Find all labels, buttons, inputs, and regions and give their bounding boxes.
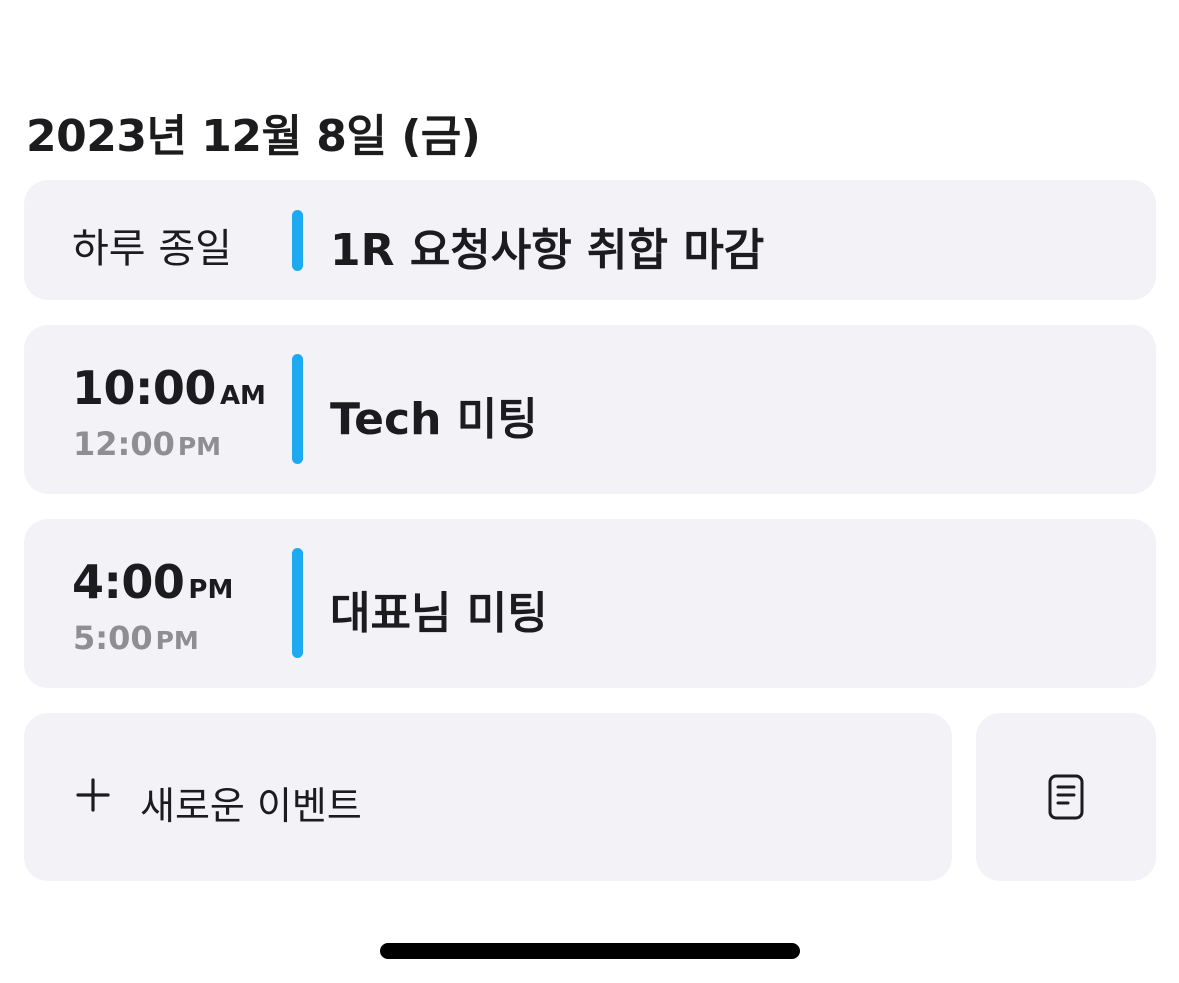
new-event-button[interactable]: 새로운 이벤트 xyxy=(24,713,952,881)
event-color-bar xyxy=(292,354,303,464)
all-day-event-card[interactable]: 하루 종일 1R 요청사항 취합 마감 xyxy=(24,180,1156,300)
start-time-suffix: PM xyxy=(188,575,234,605)
event-title: 1R 요청사항 취합 마감 xyxy=(330,225,765,276)
event-start-time: 4:00 PM xyxy=(72,555,233,609)
start-time-suffix: AM xyxy=(219,381,266,411)
end-time-value: 5:00 xyxy=(73,619,153,657)
event-title: 대표님 미팅 xyxy=(330,588,548,639)
home-indicator[interactable] xyxy=(380,943,800,959)
date-heading: 2023년 12월 8일 (금) xyxy=(26,111,481,162)
all-day-label: 하루 종일 xyxy=(72,226,232,272)
plus-icon xyxy=(76,778,110,812)
event-card-ceo-meeting[interactable]: 4:00 PM 5:00 PM 대표님 미팅 xyxy=(24,519,1156,688)
end-time-value: 12:00 xyxy=(73,425,175,463)
end-time-suffix: PM xyxy=(177,432,222,461)
event-card-tech-meeting[interactable]: 10:00 AM 12:00 PM Tech 미팅 xyxy=(24,325,1156,494)
end-time-suffix: PM xyxy=(155,626,199,655)
event-color-bar xyxy=(292,210,303,271)
notes-document-icon xyxy=(1048,774,1084,820)
start-time-value: 10:00 xyxy=(72,361,216,415)
event-end-time: 5:00 PM xyxy=(73,619,199,657)
notes-button[interactable] xyxy=(976,713,1156,881)
new-event-label: 새로운 이벤트 xyxy=(140,784,362,828)
event-start-time: 10:00 AM xyxy=(72,361,266,415)
event-title: Tech 미팅 xyxy=(330,394,538,445)
start-time-value: 4:00 xyxy=(72,555,185,609)
event-color-bar xyxy=(292,548,303,658)
event-end-time: 12:00 PM xyxy=(73,425,221,463)
